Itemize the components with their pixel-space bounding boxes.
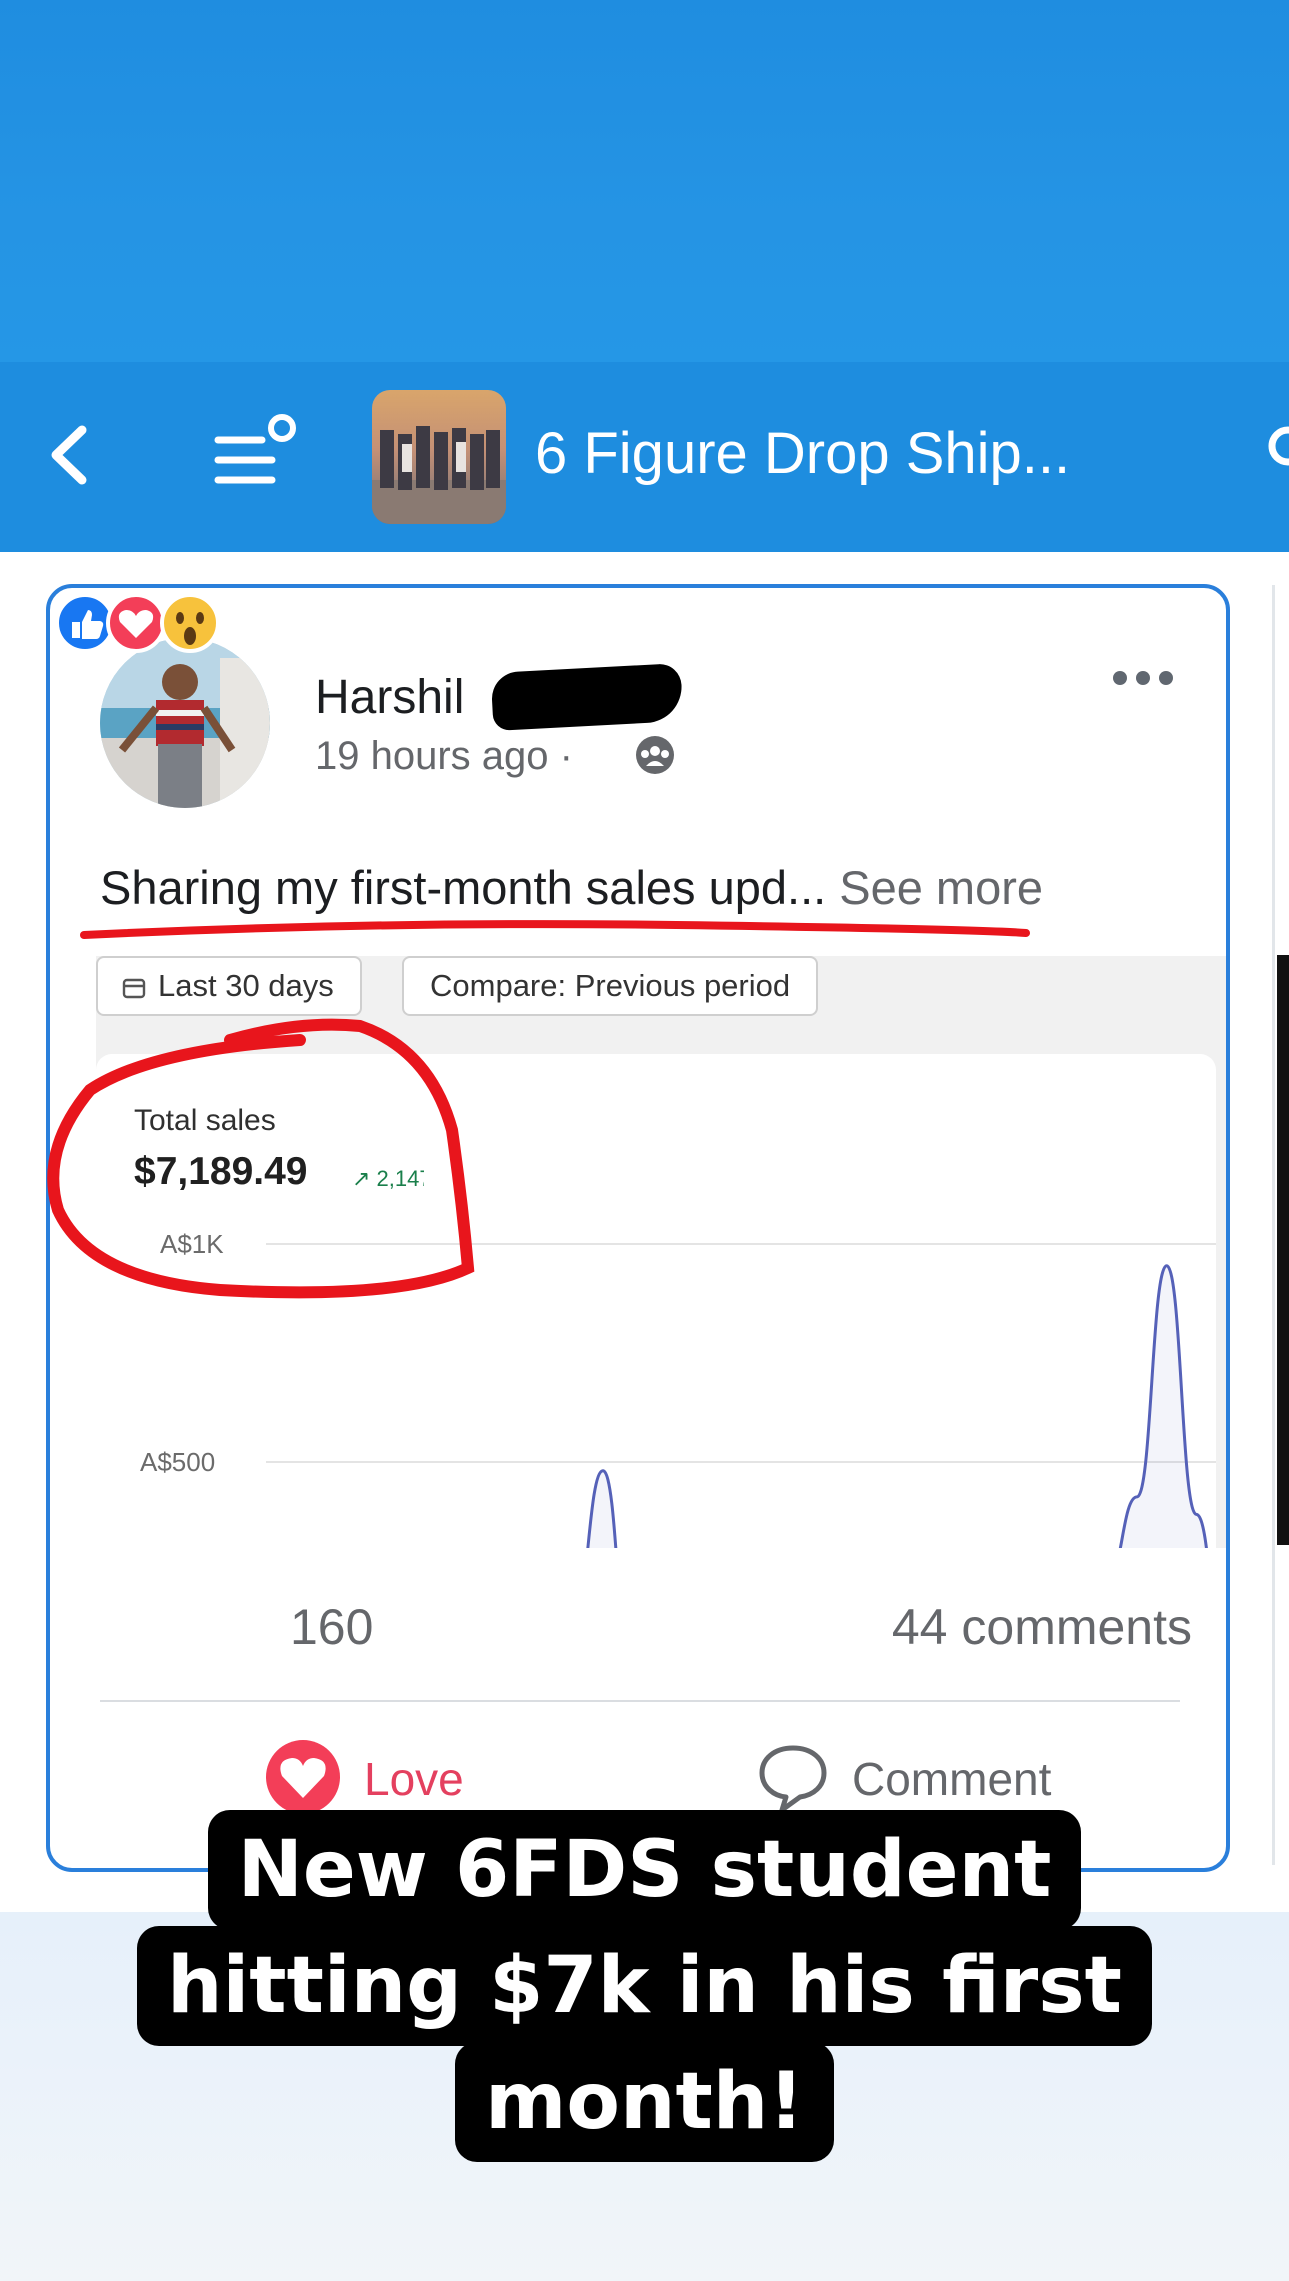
redaction-scribble <box>490 663 684 731</box>
date-range-label: Last 30 days <box>158 968 334 1003</box>
series-line <box>586 1264 1208 1548</box>
sales-screenshot[interactable]: Last 30 days Compare: Previous period To… <box>96 956 1226 1548</box>
comment-count[interactable]: 44 comments <box>892 1598 1192 1656</box>
chevron-left-icon[interactable] <box>40 420 100 490</box>
reaction-icons[interactable] <box>50 588 240 658</box>
group-header: 6 Figure Drop Ship... <box>0 362 1289 552</box>
total-sales-panel: Total sales $7,189.49 ↗ 2,147% A$1KA$500 <box>96 1054 1216 1548</box>
status-bar-area <box>0 0 1289 362</box>
author-name[interactable]: Harshil <box>315 670 464 725</box>
see-more-link[interactable]: See more <box>826 861 1043 914</box>
ellipsis-icon[interactable] <box>1110 666 1176 690</box>
date-range-chip: Last 30 days <box>96 956 362 1016</box>
love-button[interactable]: Love <box>264 1738 524 1818</box>
series-area <box>587 1265 1207 1548</box>
menu-notification-icon[interactable] <box>210 410 300 500</box>
love-label: Love <box>364 1753 464 1805</box>
post-text: Sharing my first-month sales upd... See … <box>100 860 1043 915</box>
caption-line-3: month! <box>455 2042 834 2162</box>
y-tick-label: A$1K <box>160 1229 224 1259</box>
caption-line-1: New 6FDS student <box>207 1810 1082 1930</box>
comment-label: Comment <box>852 1753 1052 1805</box>
group-members-icon <box>636 736 674 774</box>
sales-line-chart: A$1K A$500 <box>140 1229 1216 1548</box>
calendar-icon <box>122 978 146 999</box>
search-icon[interactable] <box>1266 420 1289 480</box>
comment-icon <box>759 1745 827 1813</box>
post-card: Harshil 19 hours ago · Sharing my first-… <box>46 584 1230 1872</box>
heart-icon <box>266 1740 340 1814</box>
author-avatar[interactable] <box>100 638 270 808</box>
group-title[interactable]: 6 Figure Drop Ship... <box>535 420 1070 487</box>
y-tick-label: A$500 <box>140 1447 215 1477</box>
next-post-peek <box>1272 585 1289 1865</box>
reaction-count[interactable]: 160 <box>290 1598 373 1656</box>
caption-line-2: hitting $7k in his first <box>137 1926 1152 2046</box>
group-cover-photo[interactable] <box>372 390 506 524</box>
post-timestamp[interactable]: 19 hours ago · <box>315 734 573 779</box>
action-divider <box>100 1700 1180 1702</box>
post-body: Sharing my first-month sales upd... <box>100 861 827 914</box>
red-underline-annotation <box>80 920 1030 939</box>
comment-button[interactable]: Comment <box>756 1738 1096 1818</box>
compare-chip: Compare: Previous period <box>402 956 819 1016</box>
